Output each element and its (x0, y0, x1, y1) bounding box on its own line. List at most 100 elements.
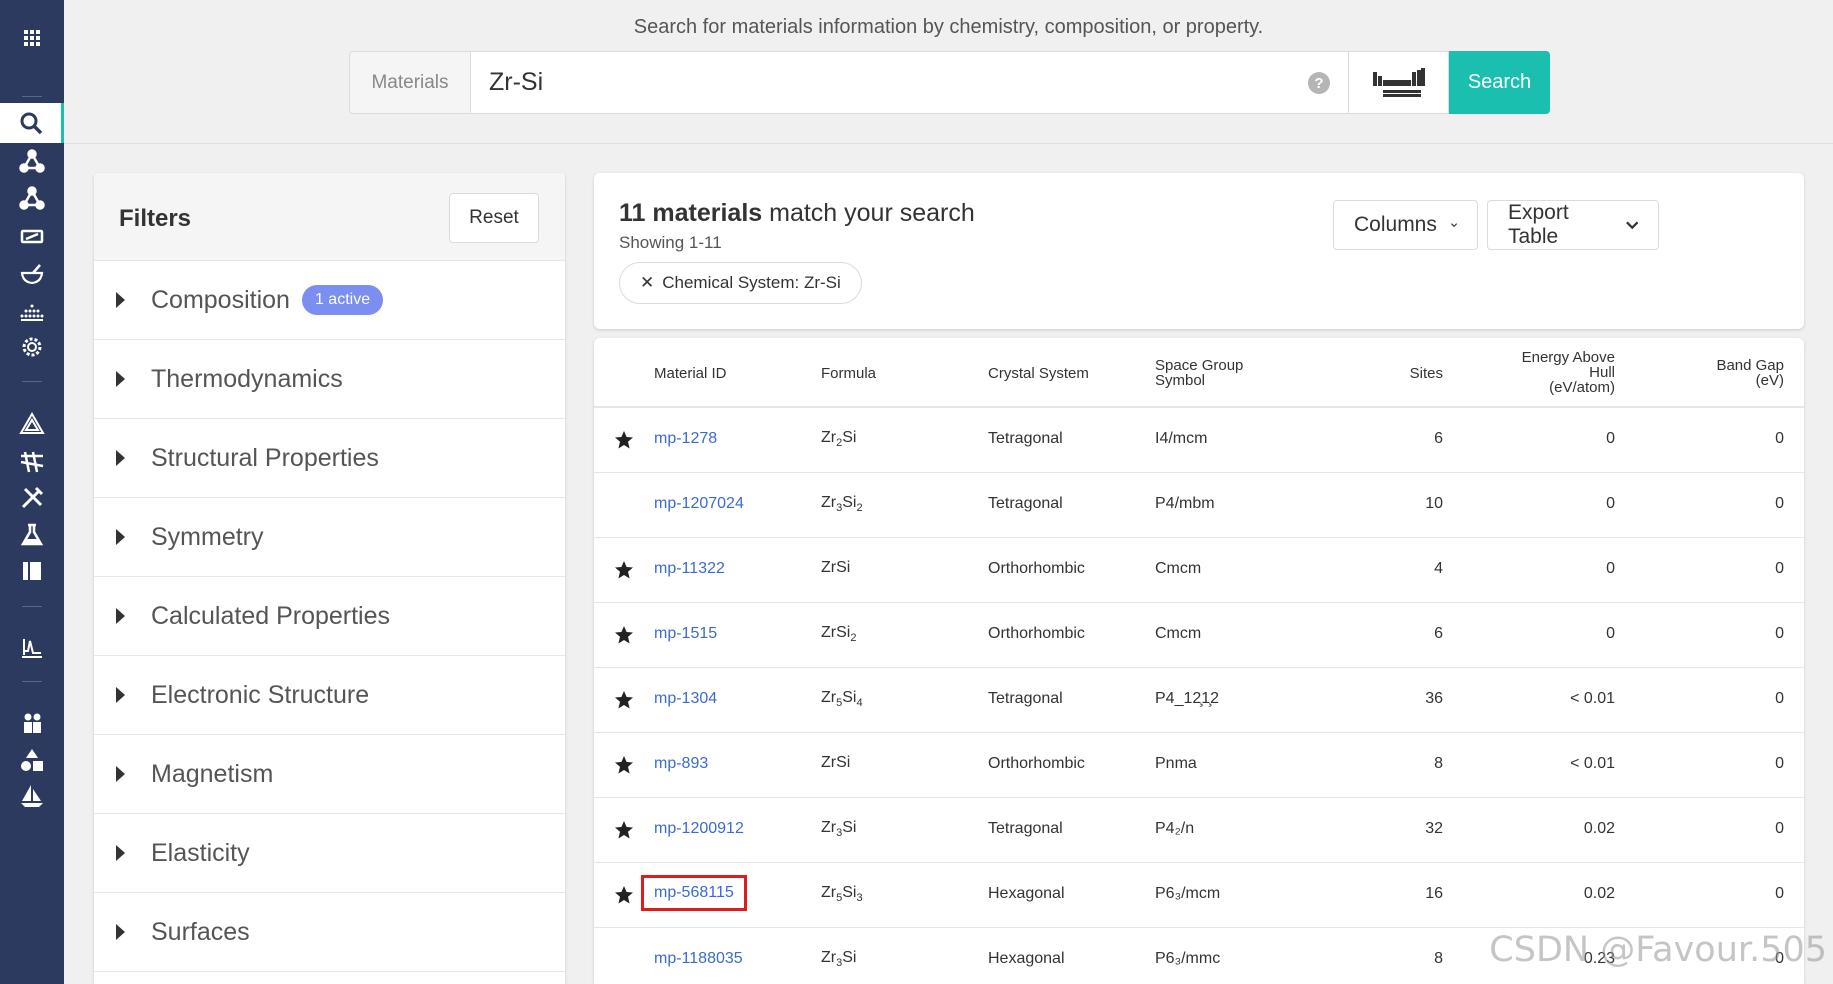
filters-panel: Filters Reset Composition 1 active Thermod… (94, 173, 565, 984)
crystal-system-cell: Hexagonal (988, 885, 1065, 902)
filter-calculated-properties[interactable]: Calculated Properties (94, 577, 565, 656)
star-icon[interactable] (614, 690, 634, 710)
table-row[interactable]: mp-1515 ZrSi2 Orthorhombic Cmcm 6 0 0 (594, 603, 1804, 668)
sidebar-item-shapes[interactable] (0, 740, 64, 780)
sites-cell: 36 (1425, 690, 1443, 707)
formula-element: Si (842, 689, 857, 706)
material-id-link[interactable]: mp-1304 (654, 690, 717, 708)
reset-filters-button[interactable]: Reset (449, 193, 539, 243)
sidebar-item-surface[interactable] (0, 291, 64, 331)
sidebar-item-mortar-pestle[interactable] (0, 254, 64, 294)
gear-icon (19, 334, 45, 360)
col-material-id[interactable]: Material ID (654, 366, 727, 381)
sidebar-item-spectrum[interactable] (0, 628, 64, 668)
sidebar-item-book[interactable] (0, 551, 64, 591)
sidebar-item-tools[interactable] (0, 478, 64, 518)
results-count: 11 materials (619, 199, 763, 227)
formula-subscript: 4 (856, 697, 863, 710)
col-sites[interactable]: Sites (1410, 366, 1443, 381)
star-icon[interactable] (614, 755, 634, 775)
chip-label: Chemical System: Zr-Si (662, 273, 841, 292)
star-icon[interactable] (614, 560, 634, 580)
sites-cell: 16 (1425, 885, 1443, 902)
material-id-link[interactable]: mp-1200912 (654, 820, 744, 838)
formula-cell: Zr5Si4 (821, 689, 863, 709)
sidebar-item-search[interactable] (0, 103, 64, 143)
table-row[interactable]: mp-893 ZrSi Orthorhombic Pnma 8 < 0.01 0 (594, 733, 1804, 798)
material-id-link[interactable]: mp-11322 (654, 560, 725, 578)
material-id-link[interactable]: mp-1278 (654, 430, 717, 448)
star-icon[interactable] (614, 885, 634, 905)
filter-list: Composition 1 active Thermodynamics Structu… (94, 261, 565, 972)
columns-label: Columns (1354, 213, 1437, 236)
formula-subscript: 2 (850, 632, 857, 645)
sites-cell: 6 (1434, 430, 1443, 447)
star-icon[interactable] (614, 820, 634, 840)
material-id-link[interactable]: mp-1207024 (654, 495, 744, 513)
search-caption: Search for materials information by chem… (633, 16, 1264, 38)
formula-element: Zr (821, 884, 837, 901)
filter-surfaces[interactable]: Surfaces (94, 893, 565, 972)
apps-icon (19, 25, 45, 51)
periodic-table-button[interactable] (1349, 51, 1449, 114)
filter-structural-properties[interactable]: Structural Properties (94, 419, 565, 498)
sidebar-item-molecule[interactable] (0, 178, 64, 218)
star-icon[interactable] (614, 625, 634, 645)
filter-magnetism[interactable]: Magnetism (94, 735, 565, 814)
search-input[interactable]: Zr-Si ? (470, 51, 1349, 114)
formula-cell: Zr3Si (821, 949, 856, 969)
col-band-gap[interactable]: Band Gap (eV) (1716, 358, 1784, 388)
material-id-link[interactable]: mp-1515 (654, 625, 717, 643)
caret-right-icon (116, 371, 125, 387)
col-space-group[interactable]: Space Group Symbol (1155, 358, 1243, 388)
filters-title: Filters (119, 205, 192, 232)
results-table: Material ID Formula Crystal System Space… (594, 338, 1804, 984)
search-button[interactable]: Search (1449, 51, 1550, 114)
band-gap-cell: 0 (1775, 560, 1784, 577)
sidebar-item-bridge[interactable] (0, 441, 64, 481)
results-summary: 11 materials match your search Showing 1… (594, 173, 1804, 329)
sidebar-item-sailboat[interactable] (0, 776, 64, 816)
star-icon[interactable] (614, 430, 634, 450)
export-table-dropdown[interactable]: Export Table (1487, 200, 1659, 250)
table-row[interactable]: mp-11322 ZrSi Orthorhombic Cmcm 4 0 0 (594, 538, 1804, 603)
filter-label: Composition (151, 285, 290, 314)
sidebar-item-flask[interactable] (0, 515, 64, 555)
table-row[interactable]: mp-1200912 Zr3Si Tetragonal P4₂/n 32 0.02 0 (594, 798, 1804, 863)
sidebar-item-gear[interactable] (0, 327, 64, 367)
active-filter-chip[interactable]: ✕ Chemical System: Zr-Si (619, 262, 862, 304)
formula-cell: ZrSi (821, 559, 850, 577)
crystal-system-cell: Hexagonal (988, 950, 1065, 967)
caret-right-icon (116, 292, 125, 308)
col-energy-above-hull[interactable]: Energy Above Hull (eV/atom) (1522, 350, 1615, 395)
material-id-link[interactable]: mp-568115 (641, 875, 747, 911)
filter-symmetry[interactable]: Symmetry (94, 498, 565, 577)
energy-above-hull-cell: < 0.01 (1570, 755, 1615, 772)
caret-right-icon (116, 766, 125, 782)
remove-chip-icon[interactable]: ✕ (640, 273, 654, 293)
sites-cell: 4 (1434, 560, 1443, 577)
columns-dropdown[interactable]: Columns (1333, 200, 1478, 250)
filter-elasticity[interactable]: Elasticity (94, 814, 565, 893)
sidebar-item-people[interactable] (0, 703, 64, 743)
table-row[interactable]: mp-568115 Zr5Si3 Hexagonal P6₃/mcm 16 0.02 0 (594, 863, 1804, 928)
material-id-link[interactable]: mp-893 (654, 755, 708, 773)
col-crystal-system[interactable]: Crystal System (988, 366, 1089, 381)
help-icon[interactable]: ? (1308, 72, 1330, 94)
formula-element: Zr (821, 429, 837, 446)
table-row[interactable]: mp-1304 Zr5Si4 Tetragonal P4_12̧1̧2 36 < 0.01… (594, 668, 1804, 733)
table-row[interactable]: mp-1207024 Zr3Si2 Tetragonal P4/mbm 10 0 0 (594, 473, 1804, 538)
col-formula[interactable]: Formula (821, 366, 876, 381)
sidebar-item-battery[interactable] (0, 216, 64, 256)
filter-electronic-structure[interactable]: Electronic Structure (94, 656, 565, 735)
material-id-link[interactable]: mp-1188035 (654, 950, 743, 968)
filter-thermodynamics[interactable]: Thermodynamics (94, 340, 565, 419)
formula-cell: ZrSi (821, 754, 850, 772)
energy-above-hull-cell: 0 (1606, 495, 1615, 512)
sidebar-item-apps[interactable] (0, 18, 64, 58)
filter-composition[interactable]: Composition 1 active (94, 261, 565, 340)
table-row[interactable]: mp-1278 Zr2Si Tetragonal I4/mcm 6 0 0 (594, 408, 1804, 473)
sidebar-item-molecule[interactable] (0, 141, 64, 181)
sidebar-item-triangle[interactable] (0, 404, 64, 444)
formula-cell: Zr3Si (821, 819, 856, 839)
